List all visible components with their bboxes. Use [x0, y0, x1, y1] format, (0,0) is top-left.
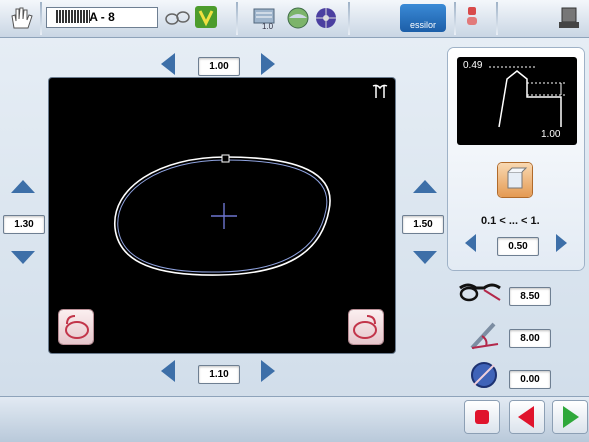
back-icon — [518, 406, 534, 428]
bevel-profile-preview: 0.49 1.00 — [457, 57, 577, 145]
increase-step-arrow[interactable] — [556, 234, 567, 252]
brand-logo: essilor — [400, 4, 446, 32]
rotate-left-lens-button[interactable] — [59, 310, 93, 344]
bevel-bottom-value: 1.00 — [541, 129, 561, 140]
top-value-field[interactable]: 1.00 — [198, 57, 240, 76]
globe-icon[interactable] — [285, 5, 311, 31]
decrease-left-arrow[interactable] — [11, 251, 35, 264]
back-button[interactable] — [510, 401, 544, 433]
diameter-icon — [468, 359, 500, 391]
angle-icon — [464, 318, 502, 354]
angle-value-field[interactable]: 8.00 — [509, 329, 551, 348]
bottom-bar — [0, 396, 589, 442]
increase-right-arrow[interactable] — [413, 180, 437, 193]
bevel-profile-line — [498, 70, 562, 128]
bevel-top-value: 0.49 — [463, 60, 483, 71]
frame-glasses-icon — [458, 276, 502, 310]
barcode-icon — [56, 10, 90, 23]
bevel-range-text: 0.1 < ... < 1. — [481, 215, 540, 227]
bottom-value-field[interactable]: 1.10 — [198, 365, 240, 384]
stop-button[interactable] — [465, 401, 499, 433]
bevel-mode-button[interactable] — [498, 163, 532, 197]
diameter-value-field[interactable]: 0.00 — [509, 370, 551, 389]
tool-icon[interactable] — [464, 5, 480, 31]
decrease-top-arrow[interactable] — [161, 53, 175, 75]
top-toolbar: A - 8 1.0 essilor — [0, 0, 589, 38]
glasses-icon[interactable] — [164, 8, 190, 28]
validation-icon[interactable] — [195, 6, 217, 28]
left-value-field[interactable]: 1.30 — [3, 215, 45, 234]
frame-type-icon[interactable] — [371, 82, 389, 100]
toolbar-separator — [496, 2, 498, 35]
network-icon[interactable] — [313, 5, 339, 31]
increase-left-arrow[interactable] — [11, 180, 35, 193]
machine-icon[interactable] — [556, 4, 582, 32]
toolbar-separator — [348, 2, 350, 35]
next-icon — [563, 406, 579, 428]
toolbar-separator — [40, 2, 42, 35]
rotate-right-lens-button[interactable] — [349, 310, 383, 344]
tracer-label: 1.0 — [262, 22, 274, 31]
decrease-bottom-arrow[interactable] — [161, 360, 175, 382]
frame-value-field[interactable]: 8.50 — [509, 287, 551, 306]
increase-top-arrow[interactable] — [261, 53, 275, 75]
toolbar-separator — [454, 2, 456, 35]
decrease-step-arrow[interactable] — [465, 234, 476, 252]
hand-icon[interactable] — [6, 4, 36, 32]
lens-handle-marker — [221, 154, 230, 163]
lens-shape-drawing — [114, 154, 331, 276]
step-value-field[interactable]: 0.50 — [497, 237, 539, 256]
increase-bottom-arrow[interactable] — [261, 360, 275, 382]
decrease-right-arrow[interactable] — [413, 251, 437, 264]
stop-icon — [475, 410, 489, 424]
toolbar-separator — [236, 2, 238, 35]
next-button[interactable] — [553, 401, 587, 433]
brand-logo-text: essilor — [409, 20, 436, 30]
right-value-field[interactable]: 1.50 — [402, 215, 444, 234]
lens-shape-canvas[interactable] — [49, 78, 395, 353]
